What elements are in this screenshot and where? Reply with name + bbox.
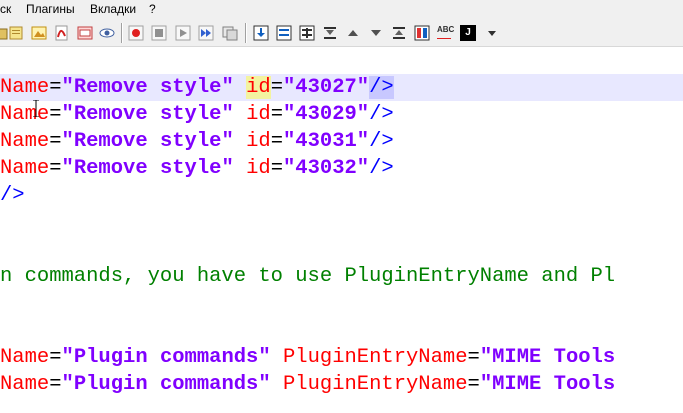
table-icon[interactable] <box>299 25 315 41</box>
code-line: Name="Plugin commands" PluginEntryName="… <box>0 344 615 371</box>
attribute-value: "43031" <box>283 130 370 153</box>
java-label: J <box>465 27 471 38</box>
attribute-name: PluginEntryName <box>282 346 468 369</box>
attribute-name: id <box>246 103 271 126</box>
equals-sign: = <box>270 157 283 180</box>
image-icon[interactable] <box>31 25 47 41</box>
comment-text: n commands, you have to use PluginEntryN… <box>0 265 616 288</box>
equals-sign: = <box>49 103 62 126</box>
text-cursor-icon <box>33 100 39 117</box>
toolbar-separator <box>121 23 123 43</box>
attribute-value: "MIME Tools <box>479 346 616 369</box>
collapse-icon[interactable] <box>391 25 407 41</box>
menu-search[interactable]: ск <box>0 0 11 19</box>
equals-sign: = <box>467 346 480 369</box>
code-editor[interactable]: Name="Remove style" id="43027"/> Name="R… <box>0 47 683 413</box>
columns-icon[interactable] <box>414 25 430 41</box>
comment-line: n commands, you have to use PluginEntryN… <box>0 263 615 290</box>
menu-help[interactable]: ? <box>149 0 156 19</box>
attribute-value: "Remove style" <box>61 76 234 99</box>
code-line: /> <box>0 182 25 209</box>
document-icon[interactable] <box>77 25 93 41</box>
attribute-value: "Plugin commands" <box>61 346 271 369</box>
tag-close: /> <box>369 103 394 126</box>
attribute-name: Name <box>0 373 50 396</box>
up-arrow-icon[interactable] <box>345 25 361 41</box>
spellcheck-icon[interactable]: ABC <box>437 25 455 41</box>
attribute-value: "Remove style" <box>61 130 234 153</box>
dropdown-icon[interactable] <box>484 25 500 41</box>
attribute-name: id <box>246 157 271 180</box>
menu-bar: ск Плагины Вкладки ? <box>0 0 683 19</box>
tag-close: /> <box>369 76 394 99</box>
spellcheck-label: ABC <box>437 25 455 34</box>
code-line: Name="Remove style" id="43027"/> <box>0 74 394 101</box>
record-macro-icon[interactable] <box>128 25 144 41</box>
attribute-name: Name <box>0 130 50 153</box>
attribute-value: "43032" <box>283 157 370 180</box>
attribute-value: "Remove style" <box>61 103 234 126</box>
attribute-name: Name <box>0 346 50 369</box>
new-folder-icon[interactable] <box>0 25 8 41</box>
attribute-name: id <box>246 130 271 153</box>
eye-icon[interactable] <box>99 25 115 41</box>
expand-icon[interactable] <box>322 25 338 41</box>
code-line: Name="Remove style" id="43032"/> <box>0 155 394 182</box>
equals-sign: = <box>270 130 283 153</box>
attribute-value: "43029" <box>283 103 370 126</box>
equals-sign: = <box>49 130 62 153</box>
attribute-name: Name <box>0 76 50 99</box>
code-line: Name="Remove style" id="43031"/> <box>0 128 394 155</box>
attribute-value: "43027" <box>283 76 370 99</box>
menu-tabs[interactable]: Вкладки <box>90 0 136 19</box>
attribute-name: PluginEntryName <box>282 373 468 396</box>
fast-forward-icon[interactable] <box>198 25 214 41</box>
equals-sign: = <box>49 373 62 396</box>
pdf-icon[interactable] <box>54 25 70 41</box>
attribute-value: "MIME Tools <box>479 373 616 396</box>
equals-sign: = <box>467 373 480 396</box>
equals-sign: = <box>49 346 62 369</box>
toolbar-separator <box>245 23 247 43</box>
tag-close: /> <box>369 130 394 153</box>
insert-icon[interactable] <box>253 25 269 41</box>
java-icon[interactable]: J <box>460 25 476 41</box>
note-icon[interactable] <box>8 25 24 41</box>
attribute-name: Name <box>0 157 50 180</box>
attribute-value: "Remove style" <box>61 157 234 180</box>
attribute-value: "Plugin commands" <box>61 373 271 396</box>
attribute-name: Name <box>0 103 50 126</box>
play-icon[interactable] <box>175 25 191 41</box>
code-line: Name="Plugin commands" PluginEntryName="… <box>0 371 615 398</box>
list-icon[interactable] <box>276 25 292 41</box>
toolbar: ABC J <box>0 19 683 47</box>
stop-icon[interactable] <box>151 25 167 41</box>
down-arrow-icon[interactable] <box>368 25 384 41</box>
equals-sign: = <box>270 103 283 126</box>
save-macro-icon[interactable] <box>222 25 238 41</box>
tag-close: /> <box>0 184 25 207</box>
menu-plugins[interactable]: Плагины <box>26 0 75 19</box>
tag-close: /> <box>369 157 394 180</box>
equals-sign: = <box>49 157 62 180</box>
equals-sign: = <box>49 76 62 99</box>
code-line: Name="Remove style" id="43029"/> <box>0 101 394 128</box>
equals-sign: = <box>270 76 283 99</box>
attribute-name: id <box>246 76 271 99</box>
